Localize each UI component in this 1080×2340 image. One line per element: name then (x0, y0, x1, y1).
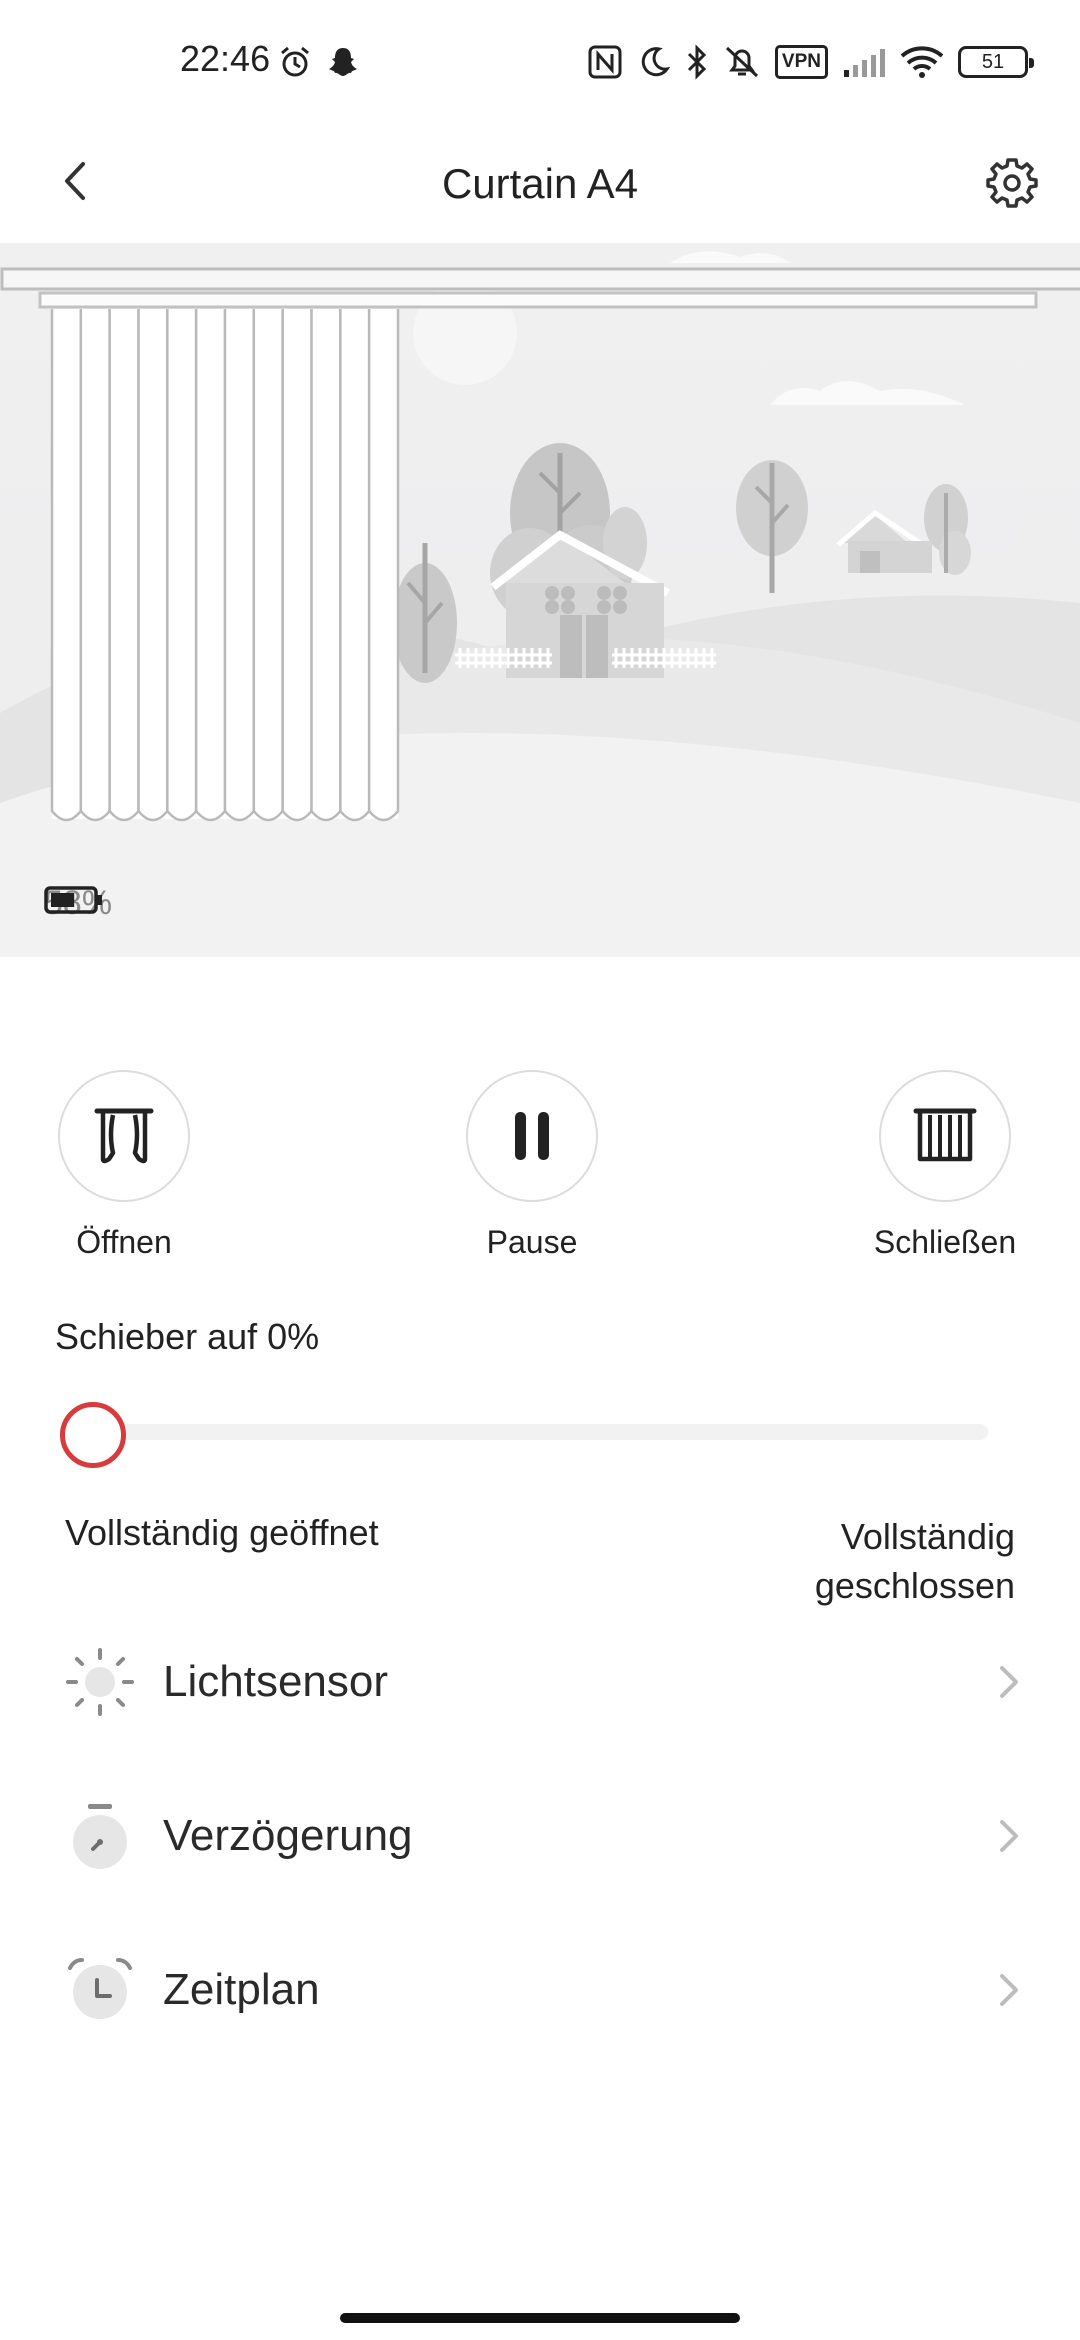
close-label: Schließen (873, 1224, 1017, 1260)
curtain-fold (108, 309, 140, 822)
menu-item-label: Lichtsensor (163, 1657, 389, 1706)
position-slider-thumb[interactable] (60, 1402, 126, 1468)
home-indicator[interactable] (340, 2313, 740, 2323)
curtain-closed-icon (913, 1108, 977, 1162)
chevron-right-icon (988, 1816, 1028, 1856)
curtain-fold (223, 309, 256, 822)
mute-icon (723, 40, 761, 84)
open-control: Öffnen (24, 1070, 224, 1261)
curtain-fold (310, 309, 342, 822)
menu-item-light-sensor[interactable]: Lichtsensor (0, 1622, 1080, 1742)
curtain-fold (50, 309, 83, 822)
status-right-icons: VPN 51 (587, 40, 1034, 84)
menu-item-delay[interactable]: Verzögerung (0, 1776, 1080, 1896)
vpn-label: VPN (774, 45, 828, 79)
app-header: Curtain A4 (0, 124, 1080, 244)
open-label: Öffnen (76, 1224, 172, 1260)
menu-item-label: Zeitplan (163, 1965, 320, 2014)
status-bar: 22:46 VPN 51 (0, 0, 1080, 124)
curtain-scene: 58% (0, 243, 1080, 957)
curtain-illustration (0, 243, 1080, 957)
pause-button[interactable] (466, 1070, 598, 1202)
timer-icon (62, 1798, 138, 1874)
sun-icon (62, 1644, 138, 1720)
curtain-folds (50, 309, 400, 822)
curtain-fold (137, 309, 169, 822)
chevron-right-icon (988, 1662, 1028, 1702)
position-slider-track[interactable] (60, 1424, 988, 1440)
curtain-fold (252, 309, 284, 822)
open-button[interactable] (58, 1070, 190, 1202)
close-button[interactable] (879, 1070, 1011, 1202)
curtain-fold (367, 309, 400, 822)
status-battery: 51 (958, 46, 1034, 78)
slider-max-label: Vollständig geschlossen (814, 1516, 1015, 1606)
gear-icon (986, 158, 1038, 208)
device-battery: 58% (44, 884, 112, 923)
curtain-fold (166, 309, 198, 822)
curtain-fold (194, 309, 227, 822)
battery-icon (44, 886, 102, 914)
settings-button[interactable] (974, 144, 1050, 220)
wifi-icon (900, 40, 944, 84)
curtain-controls: Öffnen Pause Schließen (0, 1070, 1080, 1270)
menu-item-label: Verzögerung (163, 1811, 413, 1860)
status-time: 22:46 (180, 38, 271, 79)
vpn-icon: VPN (774, 40, 828, 84)
menu-item-schedule[interactable]: Zeitplan (0, 1930, 1080, 2050)
close-control: Schließen (845, 1070, 1045, 1261)
chevron-right-icon (988, 1970, 1028, 2010)
slider-title: Schieber auf 0% (55, 1316, 320, 1357)
curtain-fold (281, 309, 313, 822)
pause-label: Pause (486, 1224, 578, 1260)
slider-min-label: Vollständig geöffnet (65, 1512, 379, 1553)
pause-control: Pause (432, 1070, 632, 1261)
curtain-fold (339, 309, 371, 822)
curtain-open-icon (94, 1108, 154, 1164)
snapchat-icon (326, 40, 360, 84)
curtain-fold (79, 309, 111, 822)
page-title: Curtain A4 (441, 160, 639, 207)
status-left-icons (278, 40, 360, 84)
alarm-icon (278, 40, 312, 84)
status-battery-level: 51 (981, 50, 1005, 73)
battery-icon: 51 (958, 40, 1034, 84)
signal-icon (842, 40, 886, 84)
bluetooth-icon (685, 40, 709, 84)
pause-icon (515, 1112, 549, 1160)
nfc-icon (587, 40, 623, 84)
moon-icon (637, 40, 671, 84)
alarm-clock-icon (62, 1952, 138, 2028)
